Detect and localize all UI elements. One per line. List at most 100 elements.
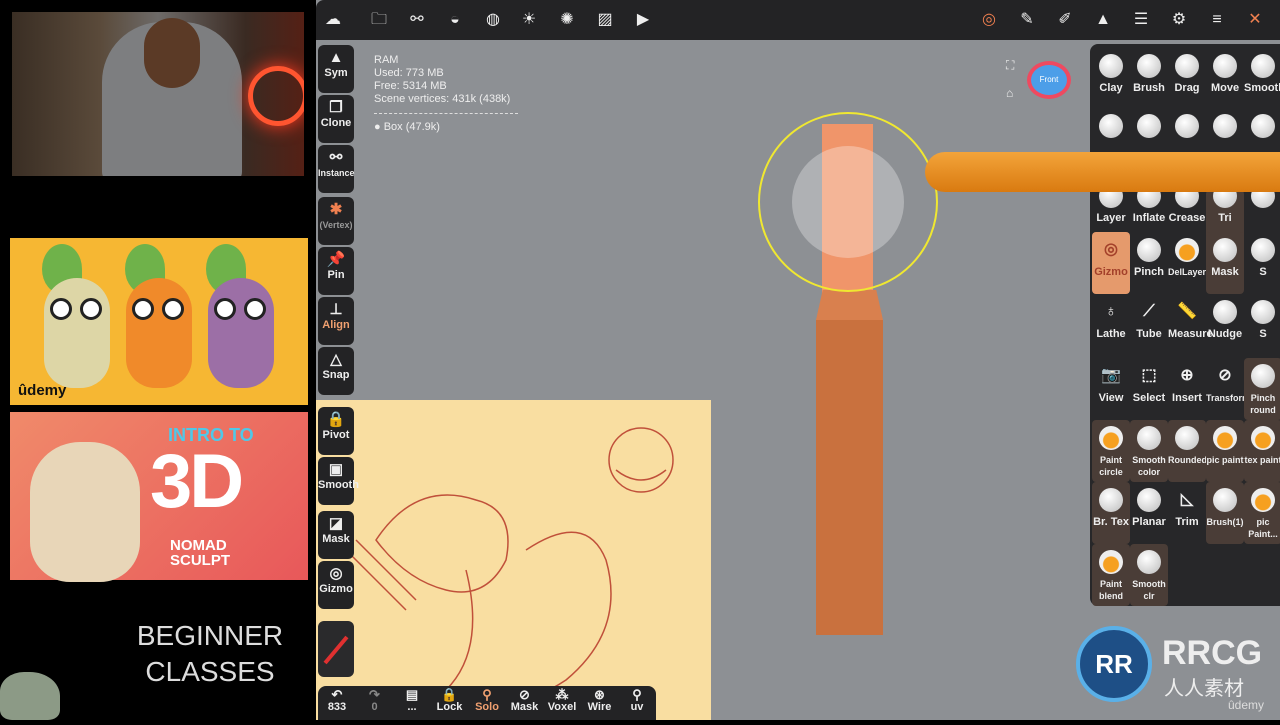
color-swatch[interactable]	[318, 621, 354, 677]
tool-mask[interactable]: Mask	[1206, 232, 1244, 294]
view-cube[interactable]: Front	[1027, 61, 1071, 99]
left-tool-mask[interactable]: ◪ Mask	[318, 511, 354, 559]
settings-icon[interactable]: ⚙	[1168, 10, 1190, 30]
tool-tube[interactable]: ⟋ Tube	[1130, 294, 1168, 356]
tool-label: pic paint	[1206, 455, 1244, 465]
mask-icon	[1213, 238, 1237, 262]
box-object-neck[interactable]	[816, 290, 883, 320]
left-tool-instance[interactable]: ⚯ Instance	[318, 145, 355, 193]
tool-paint-circle[interactable]: Paint circle	[1092, 420, 1130, 482]
bottom-tool-mask[interactable]: ⊘ Mask	[508, 688, 542, 714]
left-tool-clone[interactable]: ❐ Clone	[318, 95, 354, 143]
reference-sketch-image[interactable]	[316, 400, 711, 720]
left-tool-smooth[interactable]: ▣ Smooth	[318, 457, 359, 505]
ram-used: Used: 773 MB	[374, 67, 444, 79]
tool-smooth[interactable]: Smooth	[1244, 48, 1280, 110]
tool-lathe[interactable]: ♁ Lathe	[1092, 294, 1130, 356]
tool-tex-paint[interactable]: tex paint	[1244, 420, 1280, 482]
tool-br-tex[interactable]: Br. Tex	[1092, 482, 1130, 544]
folder-icon[interactable]: 🗀	[368, 10, 390, 30]
bottom-tool-833[interactable]: ↶ 833	[320, 688, 354, 714]
left-tool-sym[interactable]: ▲ Sym	[318, 45, 354, 93]
stroke-icon[interactable]: ✐	[1054, 10, 1076, 30]
bottom-tool-wire[interactable]: ⊛ Wire	[583, 688, 617, 714]
insert-icon: ⊕	[1180, 367, 1194, 384]
fullscreen-icon[interactable]: ⛶	[1006, 58, 1014, 73]
tool-clay[interactable]: Clay	[1092, 48, 1130, 110]
bottom-tool-more[interactable]: ▤...	[395, 688, 429, 714]
left-tool-align[interactable]: ⊥ Align	[318, 297, 354, 345]
bottom-tool-lock[interactable]: 🔒 Lock	[433, 688, 467, 714]
s-icon	[1251, 300, 1275, 324]
tool-label: tex paint	[1244, 455, 1280, 465]
tool-pic-paint-[interactable]: pic Paint...	[1244, 482, 1280, 544]
brush-icon	[1099, 114, 1123, 138]
left-tool-vertex[interactable]: ✱ (Vertex)	[318, 197, 354, 245]
tool-pinch-round[interactable]: Pinch round	[1244, 358, 1280, 420]
tool-smooth-color[interactable]: Smooth color	[1130, 420, 1168, 482]
light-icon[interactable]: ☀	[518, 10, 540, 30]
course-thumbnail-carrots	[10, 238, 308, 405]
tool-s[interactable]: S	[1244, 232, 1280, 294]
home-view-icon[interactable]: ⌂	[1006, 86, 1013, 100]
left-tool-label: Pivot	[322, 429, 350, 441]
tool-s[interactable]: S	[1244, 294, 1280, 356]
video-overlay-panel: ûdemy INTRO TO 3D NOMAD SCULPT BEGINNER CL…	[0, 0, 316, 720]
topology-icon[interactable]: ◍	[482, 10, 504, 30]
layers-icon[interactable]: ☰	[1130, 10, 1152, 30]
tool-insert[interactable]: ⊕ Insert	[1168, 358, 1206, 420]
stats-divider	[374, 113, 518, 114]
tool-view[interactable]: 📷 View	[1092, 358, 1130, 420]
selected-object-item[interactable]: ● Box (47.9k)	[374, 121, 440, 133]
tool-drag[interactable]: Drag	[1168, 48, 1206, 110]
history-icon: ▤	[405, 687, 419, 702]
box-object-bottom[interactable]	[816, 320, 883, 635]
symmetry-icon[interactable]: ▲	[1092, 10, 1114, 30]
align-icon: ⊥	[329, 301, 343, 318]
paint-blend-icon	[1099, 550, 1123, 574]
nomad-logo-icon[interactable]: ☁	[322, 10, 344, 30]
tools-icon[interactable]: ✕	[1244, 10, 1266, 30]
tool-transform[interactable]: ⊘ Transform	[1206, 358, 1250, 420]
left-tool-snap[interactable]: △ Snap	[318, 347, 354, 395]
left-tool-pivot[interactable]: 🔒 Pivot	[318, 407, 354, 455]
tool-pic-paint[interactable]: pic paint	[1206, 420, 1244, 482]
tool-measure[interactable]: 📏 Measure	[1168, 294, 1213, 356]
interface-icon[interactable]: ≡	[1206, 10, 1228, 30]
object-name: Box (47.9k)	[383, 121, 440, 133]
tool-move[interactable]: Move	[1206, 48, 1244, 110]
tool-rounded-[interactable]: Rounded...	[1168, 420, 1215, 482]
left-tool-gizmo[interactable]: ◎ Gizmo	[318, 561, 354, 609]
tool-brush-1-[interactable]: Brush(1)	[1206, 482, 1244, 544]
tool-pinch[interactable]: Pinch	[1130, 232, 1168, 294]
gizmo-icon[interactable]: ◎	[978, 10, 1000, 30]
tool-select[interactable]: ⬚ Select	[1130, 358, 1168, 420]
bottom-tool-solo[interactable]: ⚲ Solo	[470, 688, 504, 714]
material-icon[interactable]: ◒	[444, 10, 466, 30]
brush-pen-icon[interactable]: ✎	[1016, 10, 1038, 30]
tool-gizmo[interactable]: ◎ Gizmo	[1092, 232, 1130, 294]
left-tool-label: (Vertex)	[319, 220, 353, 230]
tool-dellayer[interactable]: DelLayer	[1168, 232, 1206, 294]
smooth-icon	[1251, 54, 1275, 78]
scene-tree-icon[interactable]: ⚯	[406, 10, 428, 30]
tool-label: S	[1259, 328, 1267, 340]
video-icon[interactable]: ▶	[632, 10, 654, 30]
background-icon[interactable]: ▨	[594, 10, 616, 30]
tool-brush[interactable]: Brush	[1130, 48, 1168, 110]
tool-planar[interactable]: Planar	[1130, 482, 1168, 544]
bottom-tool-voxel[interactable]: ⁂ Voxel	[545, 688, 579, 714]
bottom-tool-0[interactable]: ↷ 0	[358, 688, 392, 714]
ram-title: RAM	[374, 54, 399, 66]
bottom-tool-uv[interactable]: ⚲ uv	[620, 688, 654, 714]
tool-nudge[interactable]: Nudge	[1206, 294, 1244, 356]
tool-paint-blend[interactable]: Paint blend	[1092, 544, 1130, 606]
tool-smooth-clr[interactable]: Smooth clr	[1130, 544, 1168, 606]
left-tool-label: Pin	[327, 269, 345, 281]
left-tool-pin[interactable]: 📌 Pin	[318, 247, 354, 295]
left-tool-label: Instance	[318, 168, 355, 178]
tool-label: Pinch	[1134, 266, 1164, 278]
brush-1--icon	[1213, 488, 1237, 512]
postprocess-icon[interactable]: ✺	[556, 10, 578, 30]
tool-trim[interactable]: ◺ Trim	[1168, 482, 1206, 544]
